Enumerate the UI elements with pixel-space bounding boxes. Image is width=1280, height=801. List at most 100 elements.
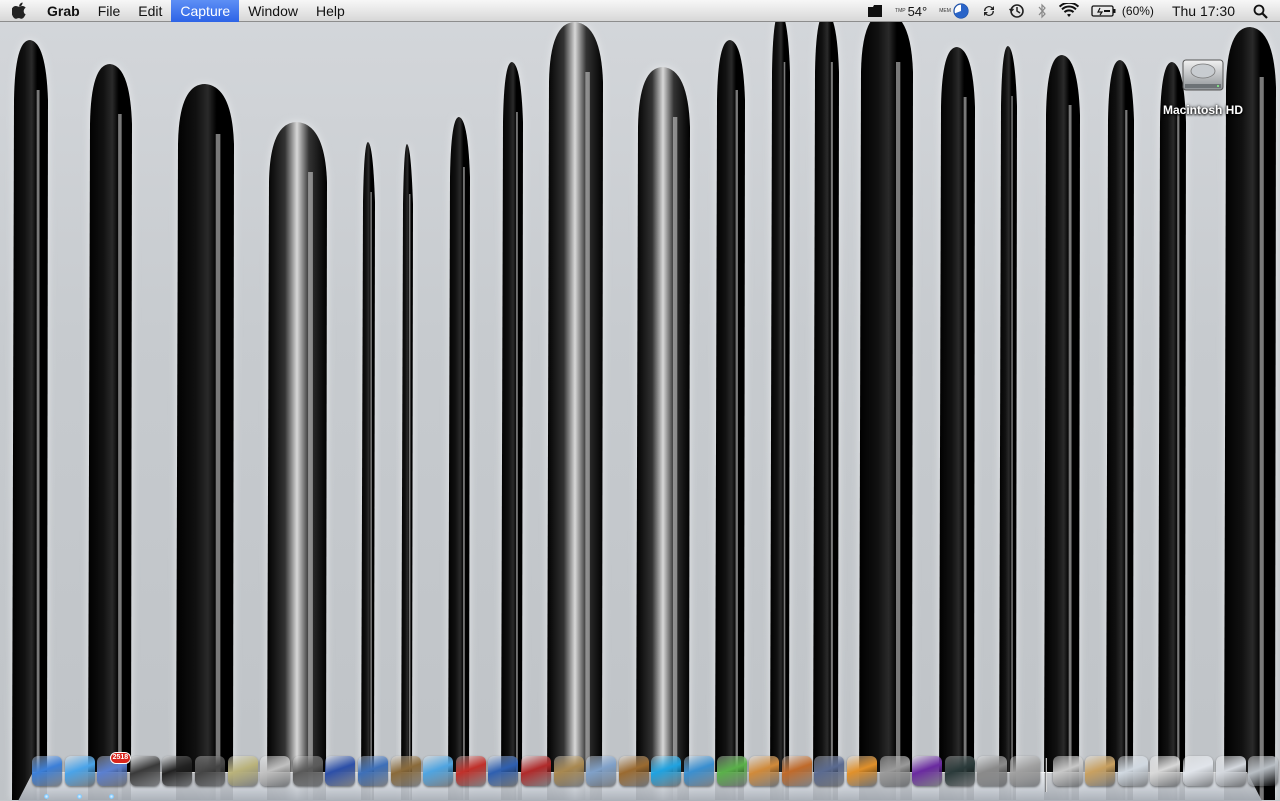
trash-icon[interactable] <box>1248 756 1279 786</box>
mem-label: MEM <box>939 7 951 14</box>
menu-clock[interactable]: Thu 17:30 <box>1160 0 1247 22</box>
puzzle-icon[interactable] <box>716 756 747 786</box>
status-wifi[interactable] <box>1053 0 1085 22</box>
temp-value: 54° <box>907 3 928 19</box>
finder-icon[interactable] <box>32 756 62 786</box>
growl-icon[interactable] <box>749 756 780 786</box>
wallpaper-drip <box>267 122 327 800</box>
status-black-box[interactable] <box>861 0 889 22</box>
status-bluetooth[interactable] <box>1031 0 1053 22</box>
half-life-icon[interactable] <box>847 756 877 786</box>
spotlight-button[interactable] <box>1247 0 1280 22</box>
photo-camera-icon[interactable] <box>195 756 225 786</box>
wallpaper-drip <box>999 46 1017 800</box>
ruler-doc-icon[interactable] <box>1150 756 1181 786</box>
running-indicator <box>44 794 49 799</box>
star-app-icon[interactable] <box>227 756 258 786</box>
slideshow-icon[interactable] <box>586 756 617 786</box>
battery-charging-icon <box>1091 5 1116 17</box>
status-memory[interactable]: MEM <box>933 0 975 22</box>
wifi-icon <box>1058 3 1079 17</box>
hard-drive-icon <box>1182 59 1224 91</box>
wallpaper-drip <box>939 47 975 800</box>
photo-stack-icon[interactable] <box>521 756 551 786</box>
photo-booth-icon[interactable] <box>260 756 291 786</box>
temp-label: TMP <box>895 7 906 14</box>
wallpaper-drip <box>361 142 375 800</box>
status-temperature[interactable]: TMP 54° <box>889 0 933 22</box>
wallpaper-drip <box>1044 55 1080 800</box>
mail-stamp-icon[interactable] <box>1085 756 1116 786</box>
battery-percent: (60%) <box>1121 4 1154 18</box>
garageband-icon[interactable] <box>618 756 649 786</box>
documents-stack-icon[interactable] <box>1052 756 1083 786</box>
sync-icon <box>983 6 994 16</box>
app-menu-grab[interactable]: Grab <box>38 0 89 22</box>
presentation-icon[interactable] <box>781 756 812 786</box>
itunes-icon[interactable] <box>423 756 454 786</box>
wallpaper-drip <box>1158 62 1186 800</box>
menu-capture[interactable]: Capture <box>171 0 240 22</box>
menu-file[interactable]: File <box>89 0 130 22</box>
dock-separator <box>1044 758 1047 792</box>
dock-icons: 2518 <box>18 752 1279 799</box>
preview-icon[interactable]: 2518 <box>97 752 132 786</box>
window-thumb-icon[interactable] <box>1117 756 1148 786</box>
menu-help[interactable]: Help <box>307 0 354 22</box>
xcode-icon[interactable] <box>358 756 388 786</box>
aperture-icon[interactable] <box>162 756 193 786</box>
wallpaper-drip <box>636 67 690 800</box>
wallpaper-drip <box>401 144 413 800</box>
time-machine-icon <box>1008 4 1024 18</box>
wallpaper-drips <box>12 22 1276 800</box>
screenshot-thumb-2-icon[interactable] <box>1215 756 1246 786</box>
skype-icon[interactable] <box>651 756 682 786</box>
temp-vertical-label: TMP <box>895 7 906 14</box>
wallpaper-drip <box>448 117 470 800</box>
menu-window[interactable]: Window <box>239 0 307 22</box>
wallpaper-drip <box>501 62 523 800</box>
wallpaper-drip <box>859 22 913 800</box>
frame-app-icon[interactable] <box>553 756 584 786</box>
system-preferences-icon[interactable] <box>977 756 1008 786</box>
camera-app-icon[interactable] <box>129 756 160 786</box>
google-earth-icon[interactable] <box>488 756 519 786</box>
macintosh-hd-label: Macintosh HD <box>1162 103 1243 117</box>
activity-monitor-icon[interactable] <box>944 756 975 786</box>
script-icon[interactable] <box>879 756 910 786</box>
status-battery[interactable]: (60%) <box>1085 0 1160 22</box>
safari-icon[interactable] <box>64 756 95 786</box>
wallpaper-drip <box>88 64 132 800</box>
running-indicator <box>76 794 82 799</box>
wallpaper-drip <box>813 22 839 800</box>
wallpaper-drip <box>1106 60 1134 800</box>
iphoto-icon[interactable] <box>390 756 421 786</box>
wallpaper-drip <box>1224 27 1276 800</box>
wordpress-icon[interactable] <box>684 756 714 786</box>
spotlight-search-icon <box>1253 4 1268 19</box>
apple-menu[interactable] <box>0 0 38 22</box>
screenshot-thumb-icon[interactable] <box>1183 756 1213 786</box>
wallpaper-drip <box>176 84 234 800</box>
memory-pie-icon <box>953 3 969 19</box>
pen-app-icon[interactable] <box>814 756 845 786</box>
folder-black-icon <box>868 5 883 17</box>
preview-badge: 2518 <box>109 752 132 764</box>
status-sync[interactable] <box>975 0 1003 22</box>
text-editor-icon[interactable] <box>325 756 356 786</box>
dock: 2518 <box>18 752 1279 801</box>
wallpaper-drip <box>770 22 790 800</box>
menu-edit[interactable]: Edit <box>129 0 171 22</box>
utility-icon[interactable] <box>1010 756 1040 786</box>
purple-app-icon[interactable] <box>912 756 943 786</box>
wallpaper-drip <box>715 40 745 800</box>
menu-bar: Grab File Edit Capture Window Help TMP 5… <box>0 0 1280 22</box>
miro-icon[interactable] <box>455 756 486 786</box>
macintosh-hd-desktop-icon[interactable]: Macintosh HD <box>1150 52 1256 117</box>
status-time-machine[interactable] <box>1003 0 1031 22</box>
desktop: Macintosh HD <box>0 22 1280 800</box>
imovie-icon[interactable] <box>292 756 323 786</box>
apple-icon <box>11 2 26 19</box>
bluetooth-icon <box>1038 3 1046 19</box>
mem-vertical-label: MEM <box>939 7 951 14</box>
